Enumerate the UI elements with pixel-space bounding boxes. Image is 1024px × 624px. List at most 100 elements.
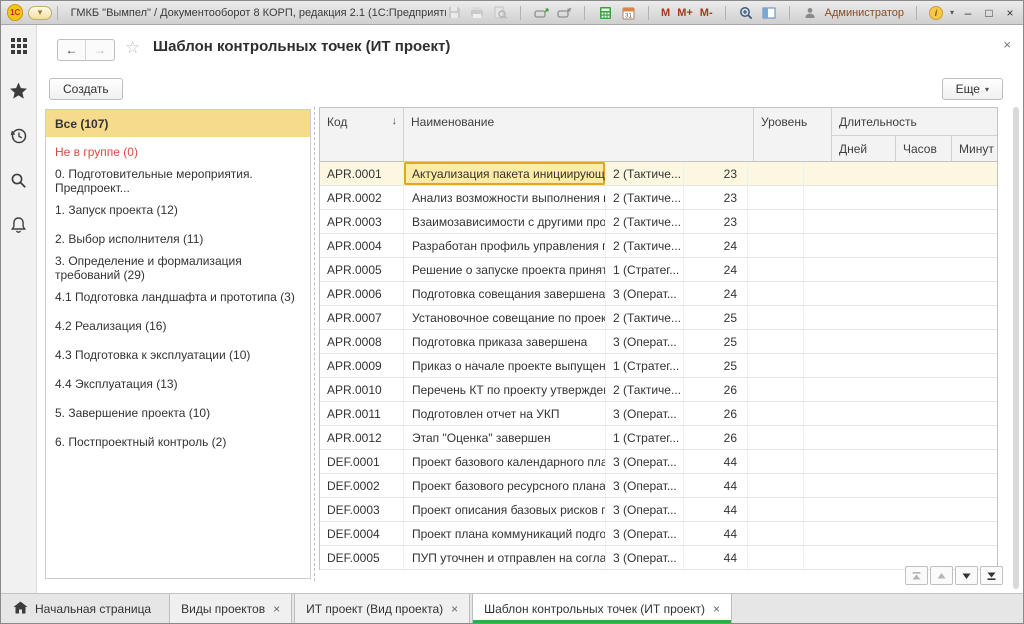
cell-code[interactable]: DEF.0001 <box>320 450 404 473</box>
group-item[interactable]: 4.2 Реализация (16) <box>46 311 310 340</box>
cell-level[interactable]: 3 (Операт... <box>606 546 684 569</box>
cell-days[interactable]: 26 <box>684 426 748 449</box>
window-tab[interactable]: Шаблон контрольных точек (ИТ проект) × <box>472 594 732 623</box>
table-row[interactable]: APR.0003 Взаимозависимости с другими про… <box>320 210 997 234</box>
info-icon[interactable]: i <box>929 6 943 20</box>
current-user-label[interactable]: Администратор <box>825 7 904 19</box>
cell-hours[interactable] <box>748 522 804 545</box>
cell-level[interactable]: 2 (Тактиче... <box>606 210 684 233</box>
cell-name[interactable]: Проект плана коммуникаций подготовлен <box>404 522 606 545</box>
cell-code[interactable]: APR.0010 <box>320 378 404 401</box>
cell-days[interactable]: 25 <box>684 354 748 377</box>
cell-level[interactable]: 2 (Тактиче... <box>606 186 684 209</box>
cell-days[interactable]: 25 <box>684 330 748 353</box>
cell-minutes[interactable] <box>804 354 997 377</box>
window-tab[interactable]: Виды проектов × <box>169 594 292 623</box>
favorites-star-icon[interactable] <box>9 82 28 105</box>
zoom-icon[interactable] <box>738 5 754 21</box>
group-item[interactable]: 4.3 Подготовка к эксплуатации (10) <box>46 340 310 369</box>
cell-hours[interactable] <box>748 546 804 569</box>
panel-splitter[interactable] <box>314 107 315 581</box>
print-icon[interactable] <box>469 5 485 21</box>
table-row[interactable]: APR.0012 Этап "Оценка" завершен 1 (Страт… <box>320 426 997 450</box>
table-row[interactable]: DEF.0002 Проект базового ресурсного план… <box>320 474 997 498</box>
cell-hours[interactable] <box>748 234 804 257</box>
cell-minutes[interactable] <box>804 282 997 305</box>
cell-hours[interactable] <box>748 330 804 353</box>
cell-name[interactable]: Взаимозависимости с другими проектами оп… <box>404 210 606 233</box>
cell-hours[interactable] <box>748 162 804 185</box>
panels-icon[interactable] <box>761 5 777 21</box>
group-item[interactable]: 6. Постпроектный контроль (2) <box>46 427 310 456</box>
calendar-icon[interactable]: 31 <box>620 5 636 21</box>
create-button[interactable]: Создать <box>49 78 123 100</box>
table-row[interactable]: APR.0005 Решение о запуске проекта приня… <box>320 258 997 282</box>
cell-days[interactable]: 23 <box>684 210 748 233</box>
cell-level[interactable]: 1 (Стратег... <box>606 354 684 377</box>
group-item[interactable]: Все (107) <box>46 110 310 137</box>
group-item[interactable]: 2. Выбор исполнителя (11) <box>46 224 310 253</box>
go-bottom-button[interactable] <box>980 566 1003 585</box>
cell-days[interactable]: 23 <box>684 162 748 185</box>
cell-level[interactable]: 3 (Операт... <box>606 474 684 497</box>
cell-level[interactable]: 3 (Операт... <box>606 450 684 473</box>
cell-hours[interactable] <box>748 186 804 209</box>
favorite-star-icon[interactable]: ☆ <box>125 38 140 58</box>
cell-hours[interactable] <box>748 306 804 329</box>
main-menu-button[interactable]: ▾ <box>28 6 51 20</box>
table-row[interactable]: APR.0001 Актуализация пакета инициирующи… <box>320 162 997 186</box>
cell-minutes[interactable] <box>804 474 997 497</box>
cell-name[interactable]: Проект описания базовых рисков проекта п… <box>404 498 606 521</box>
form-close-icon[interactable]: × <box>1003 37 1011 52</box>
cell-level[interactable]: 3 (Операт... <box>606 498 684 521</box>
cell-hours[interactable] <box>748 354 804 377</box>
cell-code[interactable]: APR.0005 <box>320 258 404 281</box>
cell-code[interactable]: APR.0002 <box>320 186 404 209</box>
cell-code[interactable]: DEF.0005 <box>320 546 404 569</box>
group-item[interactable]: 3. Определение и формализация требований… <box>46 253 310 282</box>
maximize-button[interactable]: □ <box>982 6 996 20</box>
cell-level[interactable]: 3 (Операт... <box>606 282 684 305</box>
cell-minutes[interactable] <box>804 450 997 473</box>
table-row[interactable]: APR.0010 Перечень КТ по проекту утвержде… <box>320 378 997 402</box>
cell-name[interactable]: Установочное совещание по проекту провед… <box>404 306 606 329</box>
cell-code[interactable]: DEF.0004 <box>320 522 404 545</box>
notifications-bell-icon[interactable] <box>10 216 27 239</box>
cell-hours[interactable] <box>748 474 804 497</box>
cell-hours[interactable] <box>748 402 804 425</box>
cell-name[interactable]: Перечень КТ по проекту утвержден УИТАТ <box>404 378 606 401</box>
cell-days[interactable]: 24 <box>684 234 748 257</box>
cell-minutes[interactable] <box>804 522 997 545</box>
cell-code[interactable]: DEF.0003 <box>320 498 404 521</box>
table-row[interactable]: DEF.0003 Проект описания базовых рисков … <box>320 498 997 522</box>
cell-minutes[interactable] <box>804 306 997 329</box>
cell-name[interactable]: Приказ о начале проекте выпущен <box>404 354 606 377</box>
cell-hours[interactable] <box>748 378 804 401</box>
cell-minutes[interactable] <box>804 162 997 185</box>
cell-days[interactable]: 23 <box>684 186 748 209</box>
cell-minutes[interactable] <box>804 234 997 257</box>
cell-name[interactable]: Разработан профиль управления проектом К… <box>404 234 606 257</box>
cell-days[interactable]: 44 <box>684 498 748 521</box>
table-row[interactable]: APR.0007 Установочное совещание по проек… <box>320 306 997 330</box>
cell-code[interactable]: APR.0011 <box>320 402 404 425</box>
calculator-icon[interactable] <box>597 5 613 21</box>
cell-days[interactable]: 24 <box>684 258 748 281</box>
tab-close-icon[interactable]: × <box>713 602 720 616</box>
cell-minutes[interactable] <box>804 426 997 449</box>
column-header-duration[interactable]: Длительность <box>832 108 997 135</box>
cell-code[interactable]: APR.0007 <box>320 306 404 329</box>
forward-button[interactable]: → <box>86 40 114 60</box>
cell-hours[interactable] <box>748 450 804 473</box>
cell-days[interactable]: 24 <box>684 282 748 305</box>
cell-name[interactable]: Решение о запуске проекта принято <box>404 258 606 281</box>
save-icon[interactable] <box>446 5 462 21</box>
cell-code[interactable]: APR.0008 <box>320 330 404 353</box>
more-button[interactable]: Еще ▾ <box>942 78 1003 100</box>
chevron-down-icon[interactable]: ▾ <box>950 8 954 17</box>
cell-level[interactable]: 2 (Тактиче... <box>606 306 684 329</box>
cell-level[interactable]: 3 (Операт... <box>606 330 684 353</box>
column-header-code[interactable]: Код ↓ <box>320 108 404 161</box>
column-header-name[interactable]: Наименование <box>404 108 754 161</box>
cell-name[interactable]: Этап "Оценка" завершен <box>404 426 606 449</box>
